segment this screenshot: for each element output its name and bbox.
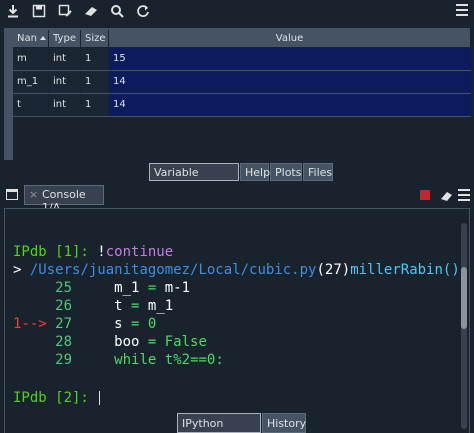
code-text: m-1 (156, 280, 191, 296)
trace-arrow: > (13, 262, 22, 278)
variable-explorer-pane: Nan Type Size Value m int 1 15 m_1 int 1… (4, 28, 471, 160)
table-row[interactable]: m int 1 15 (13, 48, 471, 71)
code-operator: %2==0: (173, 352, 224, 368)
variable-table: Nan Type Size Value m int 1 15 m_1 int 1… (13, 30, 471, 160)
row-divider (13, 116, 471, 117)
code-line-number: 29 (55, 352, 73, 368)
variable-value[interactable]: 14 (109, 94, 471, 116)
table-header: Nan Type Size Value (13, 30, 471, 47)
refresh-icon[interactable] (134, 2, 152, 20)
console-line-2: > /Users/juanitagomez/Local/cubic.py(27)… (13, 261, 460, 279)
code-text: t (114, 298, 132, 314)
code-text: m_1 (139, 298, 174, 314)
variable-name: t (13, 94, 48, 116)
tab-console-1a[interactable]: × Console 1/A (24, 185, 104, 214)
variable-type: int (49, 48, 80, 70)
code-line-current: 1--> 27 s = 0 (13, 315, 156, 333)
variable-size: 1 (81, 94, 108, 116)
tab-history[interactable]: History (262, 413, 306, 433)
variable-name: m_1 (13, 71, 48, 93)
variable-value[interactable]: 14 (109, 71, 471, 93)
eraser-icon[interactable] (82, 2, 100, 20)
tab-help[interactable]: Help (240, 163, 270, 181)
code-line: 25 m_1 = m-1 (13, 279, 190, 297)
code-line: 26 t = m_1 (13, 297, 173, 315)
code-line-number: 28 (55, 334, 73, 350)
code-text: m_1 (114, 280, 148, 296)
tab-files[interactable]: Files (303, 163, 333, 181)
code-text: boo (114, 334, 148, 350)
tab-variable-explorer[interactable]: Variable explorer (149, 163, 239, 197)
options-menu-icon[interactable] (458, 189, 470, 203)
ipython-console[interactable]: IPdb [1]: !continue > /Users/juanitagome… (4, 208, 470, 433)
column-header-type[interactable]: Type (49, 30, 81, 47)
paren-close: ) (341, 262, 351, 278)
options-menu-icon[interactable] (456, 4, 468, 18)
spyder-app: Nan Type Size Value m int 1 15 m_1 int 1… (0, 0, 474, 433)
stop-icon[interactable] (420, 190, 430, 200)
variable-value[interactable]: 15 (109, 48, 471, 70)
code-line: 29 while t%2==0: (13, 351, 224, 369)
console-line-1: IPdb [1]: !continue (13, 243, 173, 261)
variable-size: 1 (81, 48, 108, 70)
code-line-number: 25 (55, 280, 73, 296)
clear-console-icon[interactable] (440, 188, 454, 202)
current-line-marker: 1--> (13, 316, 56, 332)
tab-plots[interactable]: Plots (270, 163, 302, 181)
search-icon[interactable] (108, 2, 126, 20)
variable-type: int (49, 71, 80, 93)
text-cursor (99, 391, 101, 405)
close-icon[interactable]: × (29, 188, 38, 201)
code-text: 0 (139, 316, 157, 332)
sort-arrow-icon (40, 36, 46, 40)
code-line-number: 26 (55, 298, 73, 314)
tab-ipython-console[interactable]: IPython console (177, 413, 261, 433)
continue-command: continue (105, 244, 174, 260)
variable-type: int (49, 94, 80, 116)
code-text: while t (114, 352, 174, 368)
variable-size: 1 (81, 71, 108, 93)
paren-open: ( (316, 262, 325, 278)
window-icon[interactable] (6, 189, 18, 200)
ipdb-prompt: IPdb [2]: (13, 390, 89, 406)
code-text: False (156, 334, 207, 350)
save-as-icon[interactable] (56, 2, 74, 20)
column-header-value[interactable]: Value (109, 30, 471, 47)
function-name: millerRabin() (350, 262, 460, 278)
column-header-size[interactable]: Size (81, 30, 109, 47)
ipdb-prompt: IPdb [1]: (13, 244, 89, 260)
code-text: s (114, 316, 132, 332)
file-path[interactable]: /Users/juanitagomez/Local/cubic.py (30, 262, 317, 278)
variable-explorer-toolbar (0, 0, 474, 22)
table-row[interactable]: t int 1 14 (13, 94, 471, 117)
bang-char: ! (97, 244, 106, 260)
scrollbar-thumb[interactable] (461, 267, 467, 329)
table-row[interactable]: m_1 int 1 14 (13, 71, 471, 94)
column-header-name[interactable]: Nan (13, 30, 49, 47)
line-number: 27 (324, 262, 342, 278)
code-line-number: 27 (55, 316, 73, 332)
console-input-line[interactable]: IPdb [2]: (13, 389, 101, 407)
save-icon[interactable] (30, 2, 48, 20)
console-header: × Console 1/A (0, 185, 474, 214)
variable-name: m (13, 48, 48, 70)
import-data-icon[interactable] (4, 2, 22, 20)
code-line: 28 boo = False (13, 333, 207, 351)
